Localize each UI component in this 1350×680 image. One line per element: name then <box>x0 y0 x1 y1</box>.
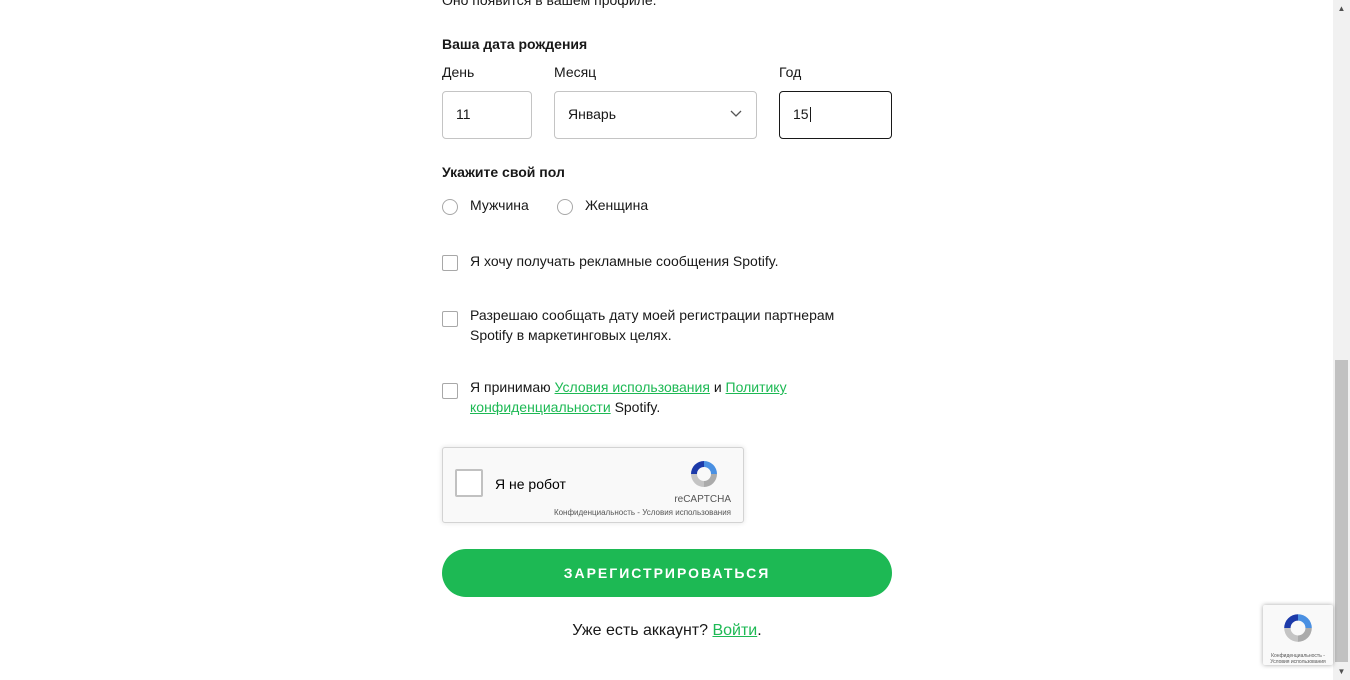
terms-checkbox[interactable] <box>442 383 458 399</box>
terms-prefix: Я принимаю <box>470 379 551 395</box>
terms-suffix: Spotify. <box>614 399 661 415</box>
year-label: Год <box>779 64 802 80</box>
marketing-label[interactable]: Я хочу получать рекламные сообщения Spot… <box>470 251 890 271</box>
recaptcha-badge-text: Конфиденциальность - Условия использован… <box>1270 653 1326 665</box>
scroll-up-arrow-icon[interactable]: ▲ <box>1333 0 1350 17</box>
terms-label: Я принимаю Условия использования и Полит… <box>470 377 830 417</box>
terms-and: и <box>713 379 722 395</box>
text-caret <box>809 107 811 122</box>
login-prompt: Уже есть аккаунт? Войти. <box>442 622 892 640</box>
recaptcha-brand: reCAPTCHA <box>674 494 731 505</box>
recaptcha-terms[interactable]: Конфиденциальность - Условия использован… <box>554 508 731 517</box>
recaptcha-widget: Я не робот reCAPTCHA Конфиденциальность … <box>442 447 744 523</box>
month-select[interactable]: Январь <box>554 91 757 139</box>
recaptcha-badge-logo-icon <box>1284 614 1312 642</box>
gender-female-radio[interactable] <box>557 199 573 215</box>
gender-male-label[interactable]: Мужчина <box>470 195 529 215</box>
scroll-down-arrow-icon[interactable]: ▼ <box>1333 663 1350 680</box>
day-value: 11 <box>456 106 471 122</box>
marketing-checkbox[interactable] <box>442 255 458 271</box>
recaptcha-label: Я не робот <box>495 476 566 492</box>
login-question: Уже есть аккаунт? <box>572 622 709 639</box>
login-suffix: . <box>757 622 762 639</box>
gender-title: Укажите свой пол <box>442 164 565 180</box>
year-value: 15 <box>793 106 811 122</box>
recaptcha-checkbox[interactable] <box>455 469 483 497</box>
birthdate-title: Ваша дата рождения <box>442 36 588 52</box>
terms-of-use-link[interactable]: Условия использования <box>555 379 710 395</box>
gender-male-radio[interactable] <box>442 199 458 215</box>
year-input[interactable]: 15 <box>779 91 892 139</box>
register-button[interactable]: ЗАРЕГИСТРИРОВАТЬСЯ <box>442 549 892 597</box>
month-label: Месяц <box>554 64 597 80</box>
chevron-down-icon <box>730 110 742 117</box>
login-link[interactable]: Войти <box>712 622 757 639</box>
gender-female-label[interactable]: Женщина <box>585 195 648 215</box>
recaptcha-logo-icon <box>691 461 717 487</box>
recaptcha-badge[interactable]: Конфиденциальность - Условия использован… <box>1263 605 1333 665</box>
month-value: Январь <box>568 106 616 122</box>
share-data-checkbox[interactable] <box>442 311 458 327</box>
scrollbar-thumb[interactable] <box>1335 360 1348 662</box>
day-label: День <box>442 64 475 80</box>
share-data-label[interactable]: Разрешаю сообщать дату моей регистрации … <box>470 305 870 345</box>
day-input[interactable]: 11 <box>442 91 532 139</box>
display-name-hint: Оно появится в вашем профиле. <box>442 0 657 8</box>
signup-page: Оно появится в вашем профиле. Ваша дата … <box>0 0 1350 680</box>
